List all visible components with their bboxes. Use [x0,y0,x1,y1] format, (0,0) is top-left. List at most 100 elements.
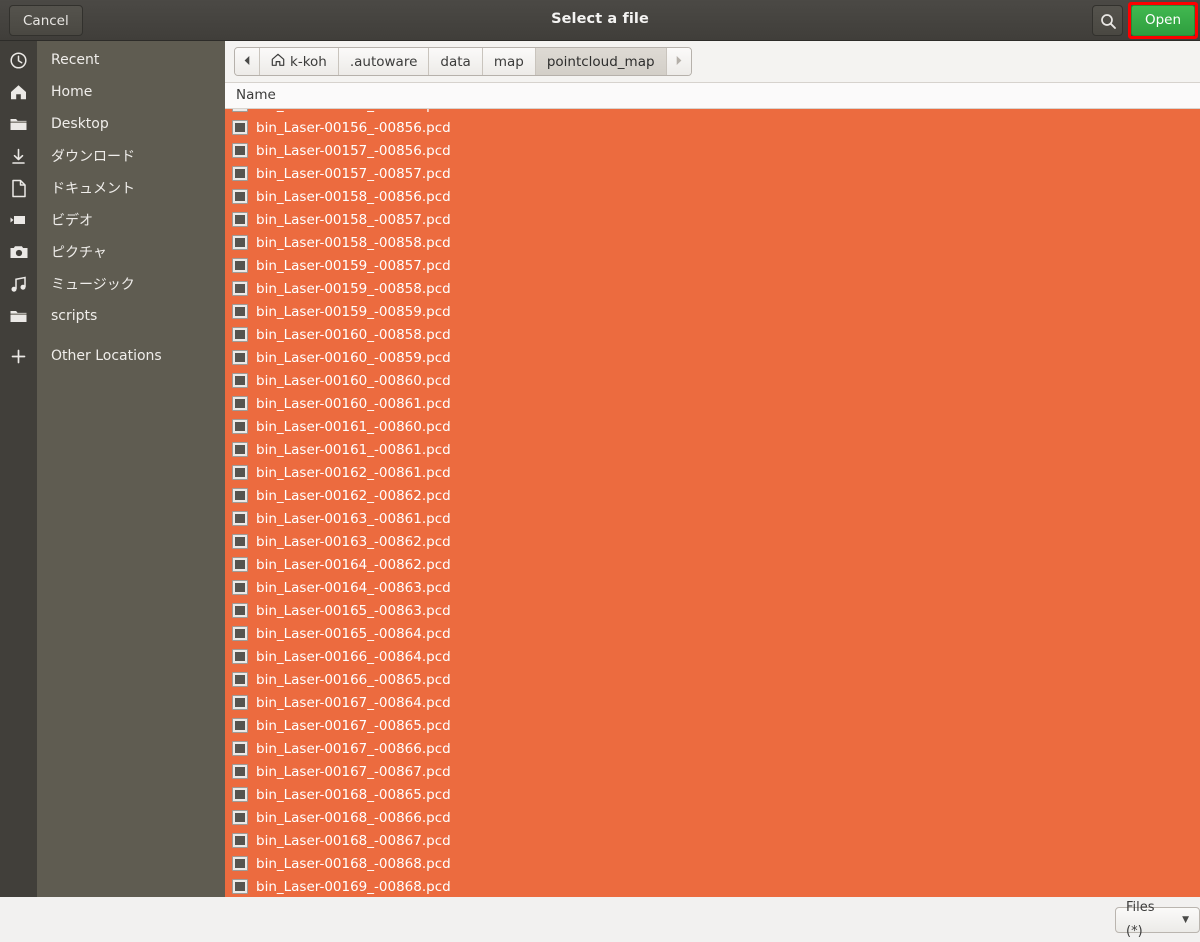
breadcrumb-item-autoware[interactable]: .autoware [338,48,430,75]
file-icon [232,465,248,480]
file-row[interactable]: bin_Laser-00163_-00861.pcd2.2 MB28 Jun 2… [225,507,1200,530]
file-row[interactable]: bin_Laser-00159_-00859.pcd2.6 MB28 Jun 2… [225,300,1200,323]
file-name: bin_Laser-00167_-00864.pcd [256,694,451,711]
file-row[interactable]: bin_Laser-00159_-00858.pcd6.9 MB28 Jun 2… [225,277,1200,300]
file-name: bin_Laser-00168_-00868.pcd [256,855,451,872]
file-name: bin_Laser-00156_-00856.pcd [256,119,451,136]
file-name: bin_Laser-00160_-00860.pcd [256,372,451,389]
sidebar-item-recent[interactable]: Recent [37,44,225,76]
file-row[interactable]: bin_Laser-00157_-00857.pcd2.1 MB28 Jun 2… [225,162,1200,185]
sidebar-item-scripts[interactable]: scripts [37,300,225,332]
file-icon [232,396,248,411]
breadcrumb-item-map[interactable]: map [482,48,536,75]
search-button[interactable] [1092,5,1123,36]
file-icon [232,419,248,434]
sidebar-item-pictures[interactable]: ピクチャ [37,236,225,268]
download-icon[interactable] [0,140,37,172]
file-name: bin_Laser-00164_-00863.pcd [256,579,451,596]
file-list[interactable]: bin_Laser-00155_-00855.pcd bin_Laser-0015… [225,109,1200,897]
file-size: 2.1 MB [1173,166,1200,182]
file-icon [232,327,248,342]
file-row[interactable]: bin_Laser-00159_-00857.pcd2.0 MB28 Jun 2… [225,254,1200,277]
file-row[interactable]: bin_Laser-00161_-00860.pcd3.8 MB28 Jun 2… [225,415,1200,438]
home-icon[interactable] [0,76,37,108]
file-row[interactable]: bin_Laser-00158_-00858.pcd4.4 kB28 Jun 2… [225,231,1200,254]
file-row[interactable]: bin_Laser-00160_-00861.pcd4.4 kB28 Jun 2… [225,392,1200,415]
sidebar-item-downloads[interactable]: ダウンロード [37,140,225,172]
filter-label: Files (*) [1126,900,1155,939]
open-button[interactable]: Open [1131,5,1195,36]
file-name: bin_Laser-00169_-00868.pcd [256,878,451,895]
file-row[interactable]: bin_Laser-00165_-00864.pcd3.7 MB28 Jun 2… [225,622,1200,645]
file-size: 6.5 MB [1173,442,1200,458]
file-name: bin_Laser-00166_-00865.pcd [256,671,451,688]
file-size: 6.1 MB [1173,603,1200,619]
file-name: bin_Laser-00162_-00861.pcd [256,464,451,481]
file-size: 5.5 MB [1173,649,1200,665]
file-row[interactable]: bin_Laser-00168_-00868.pcd4.8 MB28 Jun 2… [225,852,1200,875]
file-icon [232,557,248,572]
file-row[interactable]: bin_Laser-00157_-00856.pcd6.2 MB28 Jun 2… [225,139,1200,162]
breadcrumb-item-data[interactable]: data [429,48,483,75]
video-icon[interactable] [0,204,37,236]
file-row[interactable]: bin_Laser-00156_-00856.pcd3.9 MB28 Jun 2… [225,116,1200,139]
file-row[interactable]: bin_Laser-00158_-00857.pcd7.2 MB28 Jun 2… [225,208,1200,231]
plus-icon[interactable] [0,340,37,372]
file-size: 3.9 MB [1173,120,1200,136]
sidebar-item-documents[interactable]: ドキュメント [37,172,225,204]
file-row[interactable]: bin_Laser-00162_-00861.pcd8.0 MB28 Jun 2… [225,461,1200,484]
file-row[interactable]: bin_Laser-00165_-00863.pcd6.1 MB28 Jun 2… [225,599,1200,622]
file-row[interactable]: bin_Laser-00164_-00863.pcd5.0 MB28 Jun 2… [225,576,1200,599]
camera-icon[interactable] [0,236,37,268]
file-size: 2.6 MB [1173,304,1200,320]
file-row[interactable]: bin_Laser-00168_-00867.pcd7.5 MB28 Jun 2… [225,829,1200,852]
file-size: 3.7 MB [1173,626,1200,642]
file-row[interactable]: bin_Laser-00167_-00865.pcd6.2 MB28 Jun 2… [225,714,1200,737]
file-icon [232,511,248,526]
file-row[interactable]: bin_Laser-00164_-00862.pcd3.8 MB28 Jun 2… [225,553,1200,576]
file-size: 24.5 kB [1173,327,1200,343]
breadcrumb-back-button[interactable] [235,48,260,75]
music-icon[interactable] [0,268,37,300]
file-row[interactable]: bin_Laser-00163_-00862.pcd7.2 MB28 Jun 2… [225,530,1200,553]
file-row[interactable]: bin_Laser-00167_-00864.pcd33.6 kB28 Jun … [225,691,1200,714]
file-row[interactable]: bin_Laser-00169_-00868.pcd221.4 kB28 Jun… [225,875,1200,897]
sidebar-item-videos[interactable]: ビデオ [37,204,225,236]
breadcrumb-item-pointcloud-map[interactable]: pointcloud_map [535,48,667,75]
file-row[interactable]: bin_Laser-00161_-00861.pcd6.5 MB28 Jun 2… [225,438,1200,461]
file-icon [232,856,248,871]
folder-icon[interactable] [0,300,37,332]
folder-icon[interactable] [0,108,37,140]
file-row[interactable]: bin_Laser-00155_-00855.pcd [225,109,1200,116]
file-size: 7.2 MB [1173,212,1200,228]
file-row[interactable]: bin_Laser-00166_-00864.pcd5.5 MB28 Jun 2… [225,645,1200,668]
file-row[interactable]: bin_Laser-00166_-00865.pcd2.7 MB28 Jun 2… [225,668,1200,691]
column-header-name[interactable]: Name [236,83,276,108]
file-row[interactable]: bin_Laser-00167_-00867.pcd9.2 kB28 Jun 2… [225,760,1200,783]
file-row[interactable]: bin_Laser-00160_-00860.pcd7.6 MB28 Jun 2… [225,369,1200,392]
file-name: bin_Laser-00167_-00865.pcd [256,717,451,734]
file-name: bin_Laser-00159_-00858.pcd [256,280,451,297]
file-row[interactable]: bin_Laser-00168_-00865.pcd21.7 kB28 Jun … [225,783,1200,806]
file-row[interactable]: bin_Laser-00167_-00866.pcd2.6 MB28 Jun 2… [225,737,1200,760]
sidebar-item-desktop[interactable]: Desktop [37,108,225,140]
file-row[interactable]: bin_Laser-00168_-00866.pcd3.8 MB28 Jun 2… [225,806,1200,829]
sidebar-item-music[interactable]: ミュージック [37,268,225,300]
breadcrumb-item-k-koh[interactable]: k-koh [260,48,339,75]
file-row[interactable]: bin_Laser-00158_-00856.pcd124.2 kB28 Jun… [225,185,1200,208]
sidebar-item-home[interactable]: Home [37,76,225,108]
file-icon [232,534,248,549]
file-icon [232,810,248,825]
breadcrumb-forward-button[interactable] [666,48,691,75]
file-row[interactable]: bin_Laser-00162_-00862.pcd118.7 kB28 Jun… [225,484,1200,507]
clock-icon[interactable] [0,44,37,76]
file-type-filter-dropdown[interactable]: Files (*) ▼ [1115,900,1200,939]
file-icon [232,189,248,204]
file-row[interactable]: bin_Laser-00160_-00858.pcd24.5 kB28 Jun … [225,323,1200,346]
sidebar-item-other-locations[interactable]: Other Locations [37,340,225,372]
document-icon[interactable] [0,172,37,204]
file-size: 2.2 MB [1173,511,1200,527]
file-icon [232,879,248,894]
file-size: 4.4 kB [1173,396,1200,412]
file-row[interactable]: bin_Laser-00160_-00859.pcd4.7 MB28 Jun 2… [225,346,1200,369]
